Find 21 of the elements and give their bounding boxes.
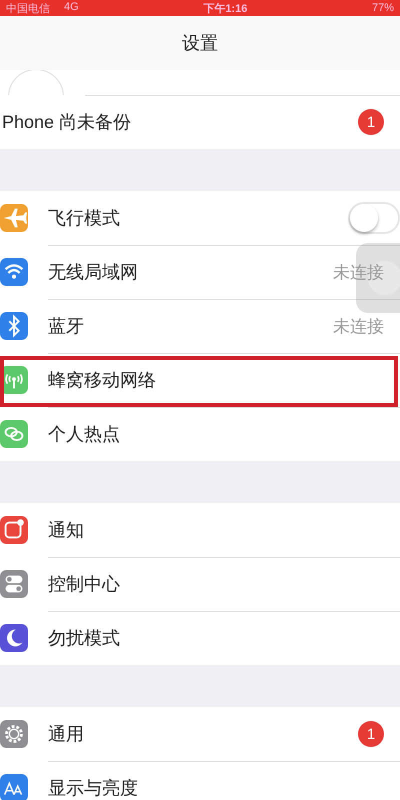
setting-label[interactable]: Phone 尚未备份: [2, 110, 132, 134]
setting-label[interactable]: 显示与亮度: [48, 776, 138, 800]
setting-label[interactable]: 控制中心: [48, 572, 120, 596]
setting-label[interactable]: 个人热点: [48, 422, 120, 446]
status-value: 未连接: [333, 262, 384, 284]
setting-label[interactable]: 无线局域网: [48, 260, 138, 284]
count-badge: 1: [358, 721, 384, 747]
setting-label[interactable]: 飞行模式: [48, 206, 120, 230]
setting-label[interactable]: 通用: [48, 722, 84, 746]
setting-label[interactable]: 蓝牙: [48, 314, 84, 338]
count-badge: 1: [358, 109, 384, 135]
status-value: 未连接: [333, 316, 384, 338]
toggle-switch[interactable]: [348, 202, 400, 234]
setting-label[interactable]: 勿扰模式: [48, 626, 120, 650]
screen-title: 设置: [182, 32, 218, 55]
battery-label: 77%: [372, 2, 394, 14]
setting-label[interactable]: 通知: [48, 518, 84, 542]
carrier-label: 中国电信: [6, 2, 50, 16]
time-label: 下午1:16: [203, 2, 248, 16]
setting-label[interactable]: 蜂窝移动网络: [48, 368, 156, 392]
network-label: 4G: [64, 0, 79, 14]
